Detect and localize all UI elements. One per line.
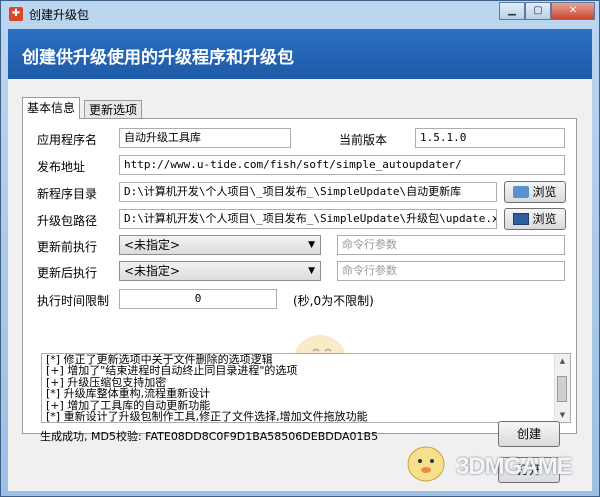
pre-exec-select-value: <未指定>: [124, 238, 181, 252]
post-exec-select[interactable]: <未指定> ▼: [119, 261, 321, 281]
scrollbar-thumb[interactable]: [557, 376, 567, 402]
timeout-label: 执行时间限制: [37, 294, 110, 308]
changelog-box[interactable]: [*] 修正了更新选项中关于文件删除的选项逻辑 [+] 增加了"结束进程时自动终…: [41, 353, 571, 423]
browse-package-button[interactable]: 浏览: [504, 208, 566, 230]
version-field[interactable]: 1.5.1.0: [415, 128, 565, 148]
post-exec-label: 更新后执行: [37, 266, 98, 280]
version-label: 当前版本: [339, 133, 388, 147]
post-exec-args-input[interactable]: 命令行参数: [337, 261, 565, 281]
timeout-hint: (秒,0为不限制): [293, 294, 374, 308]
chevron-down-icon: ▼: [308, 266, 315, 276]
folder-icon: [513, 186, 530, 198]
close-icon[interactable]: ✕: [551, 2, 595, 20]
scroll-down-icon[interactable]: ▼: [555, 408, 570, 422]
basic-info-panel: 应用程序名 自动升级工具库 当前版本 1.5.1.0 发布地址 http://w…: [22, 118, 577, 434]
tab-basic-info[interactable]: 基本信息: [22, 97, 81, 119]
changelog-line: [*] 升级库整体重构,流程重新设计: [46, 387, 211, 401]
mascot-logo-icon: [407, 446, 445, 482]
browse-package-label: 浏览: [532, 212, 557, 226]
browse-dir-button[interactable]: 浏览: [504, 181, 566, 203]
new-dir-label: 新程序目录: [37, 187, 98, 201]
header-banner: 创建供升级使用的升级程序和升级包: [8, 29, 592, 79]
page-title: 创建供升级使用的升级程序和升级包: [22, 48, 294, 68]
save-disk-icon: [513, 213, 530, 225]
window-title: 创建升级包: [29, 8, 90, 22]
main-window: ✚ 创建升级包 ▁ ▢ ✕ 创建供升级使用的升级程序和升级包 基本信息 更新选项…: [0, 0, 600, 497]
chevron-down-icon: ▼: [308, 240, 315, 250]
window-controls: ▁ ▢ ✕: [499, 2, 595, 20]
status-text: 生成成功, MD5校验: FATE08DD8C0F9D1BA58506DEBDD…: [40, 430, 379, 443]
timeout-field[interactable]: 0: [119, 289, 277, 309]
new-dir-field[interactable]: D:\计算机开发\个人项目\_项目发布_\SimpleUpdate\自动更新库: [119, 182, 497, 202]
package-path-field[interactable]: D:\计算机开发\个人项目\_项目发布_\SimpleUpdate\升级包\up…: [119, 209, 497, 229]
app-icon: ✚: [9, 7, 23, 21]
app-name-label: 应用程序名: [37, 133, 98, 147]
post-exec-select-value: <未指定>: [124, 264, 181, 278]
watermark-logo: 3DMGAME: [456, 453, 573, 480]
pre-exec-args-input[interactable]: 命令行参数: [337, 235, 565, 255]
pre-exec-select[interactable]: <未指定> ▼: [119, 235, 321, 255]
publish-url-label: 发布地址: [37, 160, 86, 174]
client-area: 创建供升级使用的升级程序和升级包 基本信息 更新选项 应用程序名 自动升级工具库…: [8, 29, 592, 491]
browse-dir-label: 浏览: [532, 185, 557, 199]
app-name-field[interactable]: 自动升级工具库: [119, 128, 291, 148]
publish-url-field[interactable]: http://www.u-tide.com/fish/soft/simple_a…: [119, 155, 565, 175]
tab-update-options[interactable]: 更新选项: [84, 100, 143, 118]
title-bar[interactable]: ✚ 创建升级包 ▁ ▢ ✕: [1, 1, 599, 28]
scroll-up-icon[interactable]: ▲: [555, 354, 570, 368]
maximize-icon[interactable]: ▢: [525, 2, 551, 20]
create-button[interactable]: 创建: [498, 421, 560, 447]
package-path-label: 升级包路径: [37, 214, 98, 228]
changelog-line: [*] 重新设计了升级包制作工具,修正了文件选择,增加文件拖放功能: [46, 410, 368, 423]
changelog-scrollbar[interactable]: ▲ ▼: [554, 354, 570, 422]
minimize-icon[interactable]: ▁: [499, 2, 525, 20]
pre-exec-label: 更新前执行: [37, 240, 98, 254]
